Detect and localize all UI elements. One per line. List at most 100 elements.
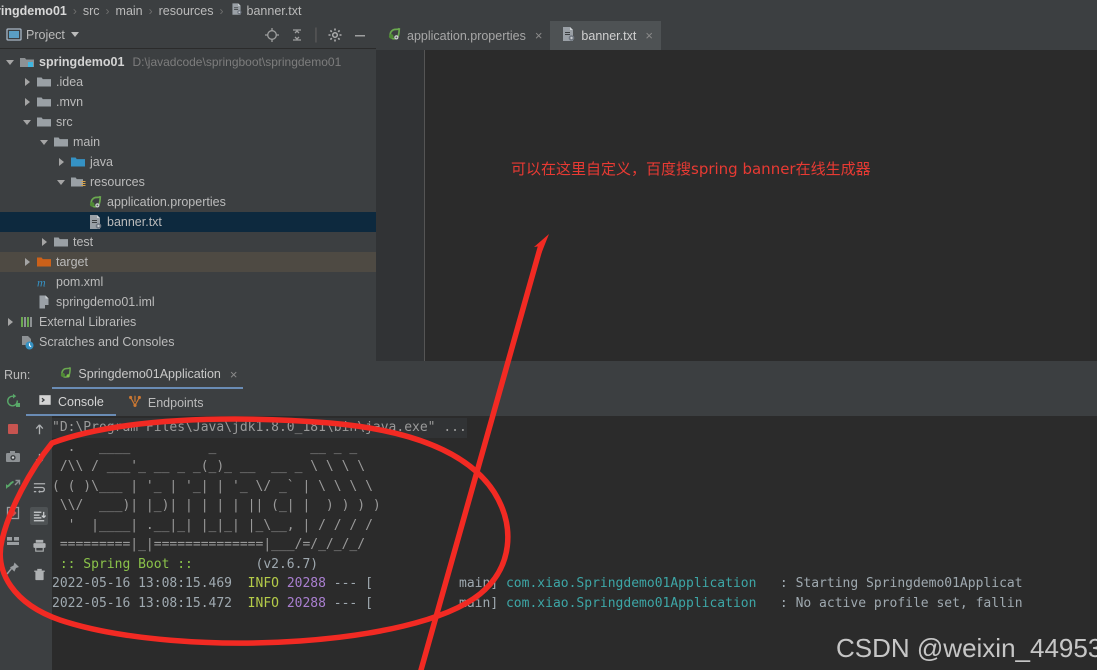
scroll-up-icon[interactable]: [30, 420, 48, 438]
spring-properties-icon: [87, 194, 103, 210]
tree-row-path: D:\javadcode\springboot\springdemo01: [132, 55, 342, 69]
scroll-to-end-icon[interactable]: [30, 507, 48, 525]
project-tool-window-header: Project |: [0, 21, 376, 49]
breadcrumb-item-resources[interactable]: resources: [159, 4, 214, 18]
console-command-line: "D:\Program Files\Java\jdk1.8.0_181\bin\…: [52, 418, 467, 438]
editor-tab-banner-txt[interactable]: banner.txt ×: [550, 21, 661, 50]
chevron-right-icon[interactable]: [23, 257, 34, 268]
txt-file-icon: [230, 2, 243, 19]
chevron-right-icon[interactable]: [23, 97, 34, 108]
pin-icon[interactable]: [4, 560, 22, 578]
collapse-all-icon[interactable]: [289, 27, 305, 43]
iml-file-icon: [36, 294, 52, 310]
chevron-down-icon[interactable]: [57, 177, 68, 188]
ide-window: ringdemo01 › src › main › resources › ba…: [0, 0, 1097, 670]
console-command-line-row: "D:\Program Files\Java\jdk1.8.0_181\bin\…: [52, 418, 1097, 438]
console-banner-footer: :: Spring Boot :: (v2.6.7): [52, 555, 1097, 575]
chevron-down-icon[interactable]: [70, 32, 79, 37]
chevron-right-icon[interactable]: [40, 237, 51, 248]
tree-row-src[interactable]: src: [0, 112, 376, 132]
project-window-icon: [6, 27, 22, 48]
tree-row-resources[interactable]: resources: [0, 172, 376, 192]
tree-row-label: target: [56, 255, 88, 269]
print-icon[interactable]: [30, 536, 48, 554]
svg-text:m: m: [37, 276, 46, 290]
tree-row-springdemo01-iml[interactable]: springdemo01.iml: [0, 292, 376, 312]
tree-row-external-libraries[interactable]: External Libraries: [0, 312, 376, 332]
console-banner-line: =========|_|==============|___/=/_/_/_/: [52, 537, 366, 552]
run-subtab-label: Endpoints: [147, 395, 204, 410]
trash-icon[interactable]: [30, 565, 48, 583]
breadcrumb-project[interactable]: ringdemo01: [0, 4, 67, 18]
tree-row-target[interactable]: target: [0, 252, 376, 272]
layout-icon[interactable]: [4, 532, 22, 550]
chevron-right-icon[interactable]: [23, 77, 34, 88]
tree-row-springdemo01[interactable]: springdemo01 D:\javadcode\springboot\spri…: [0, 52, 376, 72]
breadcrumb-item-src[interactable]: src: [83, 4, 100, 18]
chevron-down-icon[interactable]: [6, 57, 17, 68]
editor-body[interactable]: 可以在这里自定义，百度搜spring banner在线生成器: [376, 50, 1097, 361]
breadcrumb-file[interactable]: banner.txt: [230, 2, 301, 19]
console-log-line: 2022-05-16 13:08:15.472 INFO 20288 --- […: [52, 594, 1097, 614]
console-banner-line: ( ( )\___ | '_ | '_| | '_ \/ _` | \ \ \ …: [52, 478, 373, 494]
breadcrumb-separator-icon: ›: [148, 3, 153, 18]
tree-row-test[interactable]: test: [0, 232, 376, 252]
console-output[interactable]: "D:\Program Files\Java\jdk1.8.0_181\bin\…: [52, 416, 1097, 670]
spring-run-icon: [58, 365, 73, 383]
tree-row-main[interactable]: main: [0, 132, 376, 152]
close-icon[interactable]: ×: [645, 28, 653, 43]
chevron-down-icon[interactable]: [23, 117, 34, 128]
folder-icon: [53, 234, 69, 250]
run-configuration-label: Springdemo01Application: [78, 367, 221, 381]
endpoints-icon: [128, 394, 142, 411]
breadcrumb-separator-icon: ›: [72, 3, 77, 18]
chevron-right-icon[interactable]: [6, 317, 17, 328]
breadcrumb: ringdemo01 › src › main › resources › ba…: [0, 0, 1097, 21]
close-icon[interactable]: ×: [535, 28, 543, 43]
chevron-down-icon[interactable]: [40, 137, 51, 148]
minimize-icon[interactable]: [352, 27, 368, 43]
source-folder-icon: [70, 154, 86, 170]
locate-target-icon[interactable]: [264, 27, 280, 43]
spring-properties-icon: [386, 26, 402, 45]
run-configuration-tab[interactable]: Springdemo01Application ×: [52, 361, 244, 389]
tree-row-scratches-and-consoles[interactable]: Scratches and Consoles: [0, 332, 376, 352]
run-subtab-console[interactable]: Console: [26, 389, 116, 416]
breadcrumb-item-main[interactable]: main: [116, 4, 143, 18]
tree-row-java[interactable]: java: [0, 152, 376, 172]
tree-row-banner-txt[interactable]: banner.txt: [0, 212, 376, 232]
editor-tab-application-properties[interactable]: application.properties ×: [376, 21, 550, 50]
camera-icon[interactable]: [4, 448, 22, 466]
close-icon[interactable]: ×: [230, 367, 238, 382]
tree-row-label: External Libraries: [39, 315, 137, 329]
project-tree[interactable]: springdemo01 D:\javadcode\springboot\spri…: [0, 49, 376, 361]
settings-gear-icon[interactable]: [327, 27, 343, 43]
tree-row-label: banner.txt: [107, 215, 162, 229]
tree-row-pom-xml[interactable]: m pom.xml: [0, 272, 376, 292]
tree-row--idea[interactable]: .idea: [0, 72, 376, 92]
breadcrumb-separator-icon: ›: [219, 3, 224, 18]
tree-row--mvn[interactable]: .mvn: [0, 92, 376, 112]
stop-icon[interactable]: [4, 420, 22, 438]
exit-icon[interactable]: [4, 504, 22, 522]
editor-area: application.properties × banner.txt × 可以在这里…: [376, 21, 1097, 361]
scratches-icon: [19, 334, 35, 350]
log-timestamp: 2022-05-16 13:08:15.469: [52, 576, 233, 591]
console-icon: [38, 393, 52, 410]
soft-wrap-icon[interactable]: [30, 478, 48, 496]
tree-row-label: src: [56, 115, 73, 129]
editor-gutter: [376, 50, 425, 361]
folder-icon: [53, 134, 69, 150]
scroll-down-icon[interactable]: [30, 449, 48, 467]
run-subtab-endpoints[interactable]: Endpoints: [116, 389, 216, 416]
folder-icon: [36, 114, 52, 130]
thread-dump-icon[interactable]: [4, 476, 22, 494]
toolbar-divider: |: [313, 25, 318, 43]
tree-row-application-properties[interactable]: application.properties: [0, 192, 376, 212]
spring-boot-version: (v2.6.7): [200, 556, 319, 572]
chevron-right-icon[interactable]: [57, 157, 68, 168]
rerun-icon[interactable]: [4, 392, 22, 410]
